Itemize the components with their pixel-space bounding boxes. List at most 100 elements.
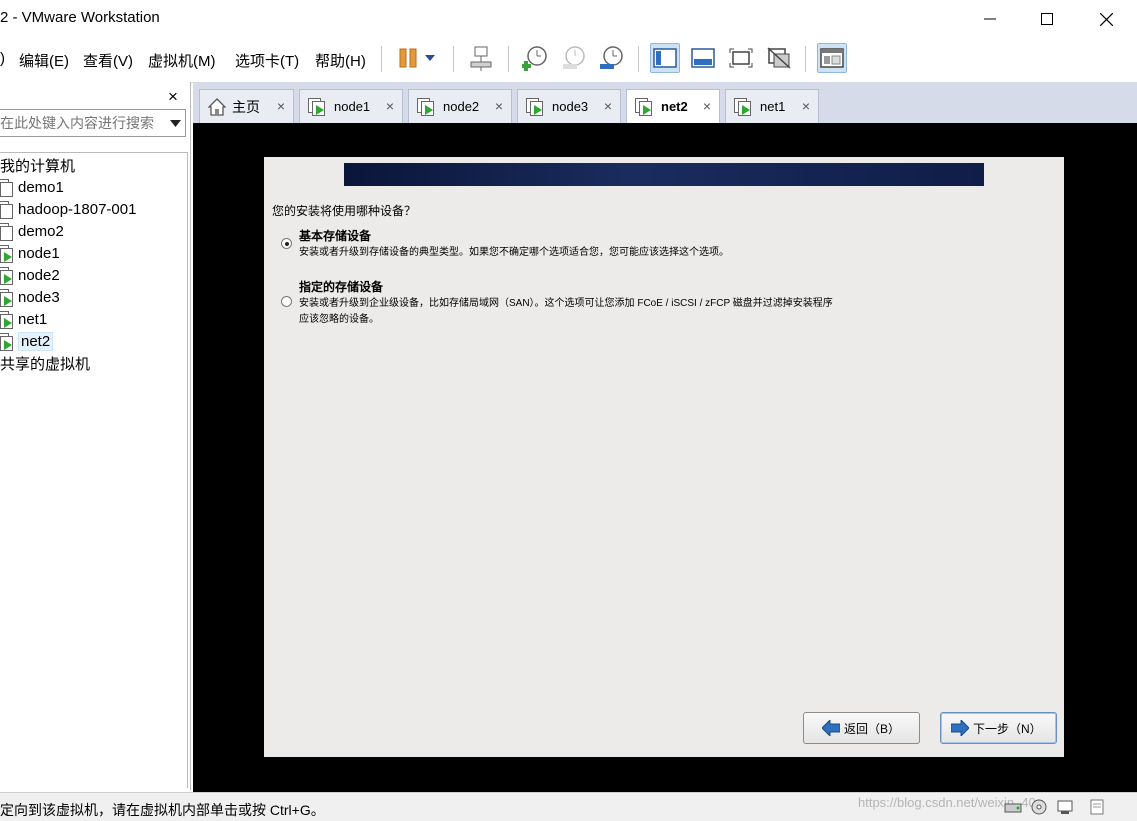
home-icon bbox=[208, 97, 226, 116]
unity-icon bbox=[767, 47, 791, 69]
status-bar: 定向到该虚拟机，请在虚拟机内部单击或按 Ctrl+G。 https://blog… bbox=[0, 792, 1137, 821]
installer-screen: 您的安装将使用哪种设备？ 基本存储设备 安装或者升级到存储设备的典型类型。如果您… bbox=[264, 157, 1064, 757]
next-button[interactable]: 下一步（N） bbox=[940, 712, 1057, 744]
cd-rom-icon[interactable] bbox=[1030, 799, 1048, 815]
tab-close-icon[interactable]: × bbox=[277, 98, 285, 114]
toolbar-separator bbox=[508, 46, 509, 72]
tab-node2[interactable]: node2 × bbox=[408, 89, 512, 123]
tree-label: net1 bbox=[18, 310, 48, 328]
fit-guest-icon bbox=[691, 48, 715, 68]
tab-node1[interactable]: node1 × bbox=[299, 89, 403, 123]
full-screen-icon bbox=[729, 48, 753, 68]
menu-file[interactable]: ) bbox=[0, 50, 5, 67]
search-input[interactable] bbox=[0, 111, 160, 135]
chevron-down-icon[interactable] bbox=[170, 120, 181, 127]
network-adapter-icon[interactable] bbox=[1056, 799, 1074, 815]
tree-label-selected: net2 bbox=[18, 331, 54, 351]
tree-item-shared-vms[interactable]: 共享的虚拟机 bbox=[0, 352, 90, 374]
tree-root-my-computer[interactable]: 我的计算机 bbox=[0, 154, 75, 176]
tab-close-icon[interactable]: × bbox=[604, 98, 612, 114]
tree-item-demo1[interactable]: demo1 bbox=[0, 176, 64, 198]
vm-running-icon bbox=[0, 288, 14, 307]
tree-label: hadoop-1807-001 bbox=[18, 200, 137, 218]
toolbar-separator bbox=[381, 46, 382, 72]
status-text: 定向到该虚拟机，请在虚拟机内部单击或按 Ctrl+G。 bbox=[0, 802, 325, 818]
minimize-button[interactable] bbox=[967, 0, 1013, 38]
vm-running-icon bbox=[635, 97, 657, 117]
toolbar-separator bbox=[805, 46, 806, 72]
tab-net1[interactable]: net1 × bbox=[725, 89, 819, 123]
tab-close-icon[interactable]: × bbox=[802, 98, 810, 114]
full-screen-button[interactable] bbox=[726, 43, 756, 73]
specialized-storage-desc-2: 应该忽略的设备。 bbox=[299, 314, 379, 325]
take-snapshot-button[interactable] bbox=[520, 43, 550, 73]
back-button[interactable]: 返回（B） bbox=[803, 712, 920, 744]
installer-question: 您的安装将使用哪种设备？ bbox=[272, 204, 417, 218]
tab-close-icon[interactable]: × bbox=[386, 98, 394, 114]
tree-item-node3[interactable]: node3 bbox=[0, 286, 60, 308]
vm-running-icon bbox=[0, 332, 14, 351]
vm-tree: 我的计算机 demo1 hadoop-1807-001 demo2 node1 … bbox=[0, 152, 188, 788]
maximize-icon bbox=[1041, 13, 1053, 25]
tab-home[interactable]: 主页 × bbox=[199, 89, 294, 123]
tree-label: node1 bbox=[18, 244, 60, 262]
vm-icon bbox=[0, 222, 14, 241]
menu-view[interactable]: 查看(V) bbox=[83, 50, 133, 71]
library-view-button[interactable] bbox=[817, 43, 847, 73]
basic-storage-radio[interactable] bbox=[281, 238, 292, 249]
tab-close-icon[interactable]: × bbox=[703, 98, 711, 114]
next-button-label: 下一步（N） bbox=[973, 721, 1042, 736]
vm-icon bbox=[0, 178, 14, 197]
menu-tabs[interactable]: 选项卡(T) bbox=[235, 50, 299, 71]
tab-label: node2 bbox=[443, 99, 480, 114]
unity-button[interactable] bbox=[764, 43, 794, 73]
tree-item-hadoop[interactable]: hadoop-1807-001 bbox=[0, 198, 136, 220]
basic-storage-title[interactable]: 基本存储设备 bbox=[299, 227, 371, 244]
specialized-storage-desc: 安装或者升级到企业级设备，比如存储局域网（SAN）。这个选项可让您添加 FCoE… bbox=[299, 298, 833, 309]
tree-item-net1[interactable]: net1 bbox=[0, 308, 47, 330]
library-close-button[interactable]: × bbox=[168, 87, 178, 107]
basic-storage-desc: 安装或者升级到存储设备的典型类型。如果您不确定哪个选项适合您，您可能应该选择这个… bbox=[299, 247, 729, 258]
tree-item-node1[interactable]: node1 bbox=[0, 242, 60, 264]
title-bar: 2 - VMware Workstation bbox=[0, 0, 1137, 38]
tab-net2[interactable]: net2 × bbox=[626, 89, 720, 123]
tree-item-net2[interactable]: net2 bbox=[0, 330, 54, 352]
send-ctrl-alt-del-button[interactable] bbox=[466, 43, 496, 73]
tree-label: 我的计算机 bbox=[0, 157, 76, 175]
tab-label: net2 bbox=[661, 99, 688, 114]
vm-running-icon bbox=[308, 97, 330, 117]
power-dropdown-button[interactable] bbox=[420, 43, 440, 73]
fit-guest-button[interactable] bbox=[688, 43, 718, 73]
vm-running-icon bbox=[0, 244, 14, 263]
pause-icon bbox=[399, 48, 417, 68]
tree-label: demo2 bbox=[18, 222, 64, 240]
snapshot-manager-button[interactable] bbox=[596, 43, 626, 73]
pause-button[interactable] bbox=[393, 43, 423, 73]
hard-disk-icon[interactable] bbox=[1004, 799, 1022, 815]
vm-running-icon bbox=[526, 97, 548, 117]
tab-label: net1 bbox=[760, 99, 786, 114]
network-icon bbox=[470, 46, 492, 71]
revert-snapshot-button[interactable] bbox=[558, 43, 588, 73]
tab-node3[interactable]: node3 × bbox=[517, 89, 621, 123]
tab-close-icon[interactable]: × bbox=[495, 98, 503, 114]
tree-label: 共享的虚拟机 bbox=[0, 355, 91, 373]
specialized-storage-radio[interactable] bbox=[281, 296, 292, 307]
menu-vm[interactable]: 虚拟机(M) bbox=[148, 50, 216, 71]
menu-edit[interactable]: 编辑(E) bbox=[19, 50, 69, 71]
tree-item-demo2[interactable]: demo2 bbox=[0, 220, 64, 242]
menu-help[interactable]: 帮助(H) bbox=[315, 50, 366, 71]
console-view-icon bbox=[653, 48, 677, 68]
specialized-storage-title[interactable]: 指定的存储设备 bbox=[299, 278, 383, 295]
vm-running-icon bbox=[417, 97, 439, 117]
arrow-right-icon bbox=[951, 720, 969, 736]
tree-item-node2[interactable]: node2 bbox=[0, 264, 60, 286]
menu-toolbar-bar: ) 编辑(E) 查看(V) 虚拟机(M) 选项卡(T) 帮助(H) bbox=[0, 38, 1137, 83]
message-log-icon[interactable] bbox=[1088, 799, 1106, 815]
arrow-left-icon bbox=[822, 720, 840, 736]
console-view-button[interactable] bbox=[650, 43, 680, 73]
close-button[interactable] bbox=[1083, 0, 1129, 38]
maximize-button[interactable] bbox=[1024, 0, 1070, 38]
tree-label: node2 bbox=[18, 266, 60, 284]
tab-label: node3 bbox=[552, 99, 589, 114]
